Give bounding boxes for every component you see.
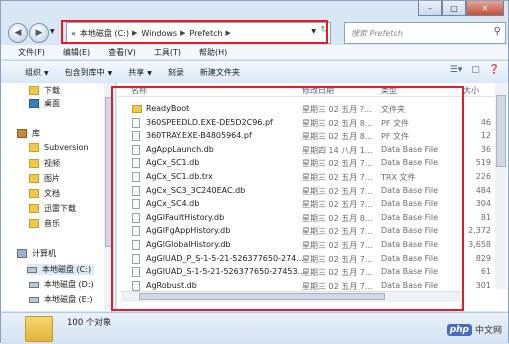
folder-icon — [29, 86, 39, 95]
sidebar-item-label: 音乐 — [44, 219, 60, 228]
view-options-icon[interactable]: ☰▾ — [450, 65, 463, 75]
sidebar-item-4[interactable]: 视频 — [29, 158, 60, 169]
column-header-size[interactable]: 大小 — [463, 85, 479, 96]
sidebar-item-label: 视频 — [44, 159, 60, 168]
folder-icon — [29, 204, 39, 213]
item-count: 100 个对象 — [67, 318, 112, 328]
chevron-down-icon: ▼ — [107, 69, 113, 77]
back-arrow-icon[interactable]: ◀ — [8, 23, 28, 43]
drive-icon — [27, 266, 37, 273]
organize-label: 组织 — [25, 67, 41, 77]
include-in-library-button[interactable]: 包含到库中 ▼ — [65, 67, 113, 78]
file-size: 829 — [475, 253, 491, 263]
file-size: 3,658 — [468, 240, 491, 249]
sidebar-item-7[interactable]: 迅雷下载 — [29, 203, 76, 214]
share-button[interactable]: 共享 ▼ — [128, 67, 152, 78]
help-icon[interactable]: ❓ — [489, 65, 500, 75]
new-folder-button[interactable]: 新建文件夹 — [200, 67, 240, 78]
sidebar-item-8[interactable]: 音乐 — [29, 218, 60, 229]
explorer-window: – □ ✕ ◀ ▶ ▼ « 本地磁盘 (C:) ▶ Windows ▶ Pref… — [0, 0, 509, 344]
preview-pane-icon[interactable]: ▢ — [471, 65, 480, 75]
sidebar-item-5[interactable]: 图片 — [29, 173, 60, 184]
file-size: 226 — [475, 172, 491, 181]
file-size: 2,372 — [468, 226, 491, 236]
watermark-logo: php 中文网 — [446, 323, 502, 336]
sidebar-item-11[interactable]: 本地磁盘 (D:) — [29, 279, 94, 290]
burn-button[interactable]: 刻录 — [168, 67, 184, 78]
drive-icon — [29, 296, 39, 303]
file-size: 46 — [480, 117, 491, 127]
sidebar-item-label: Subversion — [44, 143, 89, 152]
sidebar-item-6[interactable]: 文档 — [29, 188, 60, 199]
video-icon — [29, 159, 39, 168]
close-button[interactable]: ✕ — [466, 1, 504, 16]
menu-view[interactable]: 查看(V) — [108, 47, 136, 58]
file-size: 484 — [475, 185, 491, 195]
file-size: 81 — [480, 212, 491, 222]
sidebar-item-12[interactable]: 本地磁盘 (E:) — [29, 294, 93, 305]
sidebar-item-label: 文档 — [44, 189, 60, 198]
menu-file[interactable]: 文件(F) — [18, 47, 45, 58]
scrollbar-thumb[interactable] — [496, 95, 506, 167]
menu-bar: 文件(F) 编辑(E) 查看(V) 工具(T) 帮助(H) — [1, 45, 508, 59]
navigation-pane: 下载桌面库 Subversion 视频图片文档迅雷下载音乐计算机本地磁盘 (C:) 本… — [1, 83, 116, 311]
file-size: 304 — [475, 199, 491, 209]
file-size: 301 — [475, 280, 491, 290]
sidebar-item-label: 下载 — [44, 86, 60, 95]
search-icon[interactable]: ⚲ — [494, 26, 501, 37]
sidebar-item-1[interactable]: 桌面 — [29, 98, 60, 109]
document-icon — [29, 189, 39, 198]
folder-icon — [29, 143, 39, 152]
menu-tools[interactable]: 工具(T) — [154, 47, 181, 58]
file-list-vertical-scrollbar[interactable] — [495, 83, 507, 289]
sidebar-item-label: 本地磁盘 (C:) — [42, 265, 92, 274]
sidebar-item-label: 本地磁盘 (E:) — [44, 295, 93, 304]
menu-help[interactable]: 帮助(H) — [199, 47, 227, 58]
history-dropdown-icon[interactable]: ▼ — [50, 28, 55, 35]
window-controls: – □ ✕ — [418, 1, 504, 16]
file-size: 36 — [480, 144, 491, 154]
folder-icon — [25, 316, 53, 342]
highlight-box-files — [111, 86, 464, 311]
sidebar-item-label: 迅雷下载 — [44, 204, 76, 213]
sidebar-item-label: 图片 — [44, 174, 60, 183]
desktop-icon — [29, 99, 39, 108]
view-controls: ☰▾ ▢ ❓ — [441, 65, 500, 75]
share-label: 共享 — [128, 67, 145, 77]
file-size: 61 — [480, 267, 491, 277]
picture-icon — [29, 174, 39, 183]
minimize-button[interactable]: – — [418, 1, 442, 16]
sidebar-item-label: 本地磁盘 (D:) — [44, 280, 94, 289]
maximize-button[interactable]: □ — [442, 1, 466, 16]
forward-arrow-icon[interactable]: ▶ — [29, 23, 49, 43]
command-bar: 组织 ▼ 包含到库中 ▼ 共享 ▼ 刻录 新建文件夹 ☰▾ ▢ ❓ — [1, 60, 508, 84]
file-size: 519 — [475, 158, 491, 168]
watermark-brand: php — [446, 323, 472, 336]
sidebar-item-2[interactable]: 库 — [17, 128, 40, 139]
watermark-site: 中文网 — [474, 326, 502, 336]
music-icon — [29, 219, 39, 228]
drive-icon — [29, 281, 39, 288]
organize-button[interactable]: 组织 ▼ — [25, 67, 49, 78]
menu-edit[interactable]: 编辑(E) — [63, 47, 90, 58]
search-box[interactable]: 搜索 Prefetch ⚲ — [344, 22, 506, 44]
sidebar-item-label: 计算机 — [32, 249, 56, 258]
search-input[interactable]: 搜索 Prefetch — [351, 28, 403, 39]
sidebar-item-10[interactable]: 本地磁盘 (C:) — [27, 264, 94, 275]
details-pane: 100 个对象 php 中文网 — [1, 312, 508, 344]
sidebar-item-label: 桌面 — [44, 99, 60, 108]
include-in-library-label: 包含到库中 — [64, 67, 105, 77]
library-icon — [17, 129, 27, 138]
sidebar-item-label: 库 — [32, 129, 40, 138]
highlight-box-address — [61, 20, 328, 44]
chevron-down-icon: ▼ — [44, 69, 49, 77]
chevron-down-icon: ▼ — [147, 69, 152, 77]
sidebar-item-0[interactable]: 下载 — [29, 85, 60, 96]
file-size: 12 — [480, 131, 491, 141]
sidebar-item-9[interactable]: 计算机 — [17, 248, 56, 259]
sidebar-item-3[interactable]: Subversion — [29, 143, 89, 152]
computer-icon — [17, 249, 27, 258]
